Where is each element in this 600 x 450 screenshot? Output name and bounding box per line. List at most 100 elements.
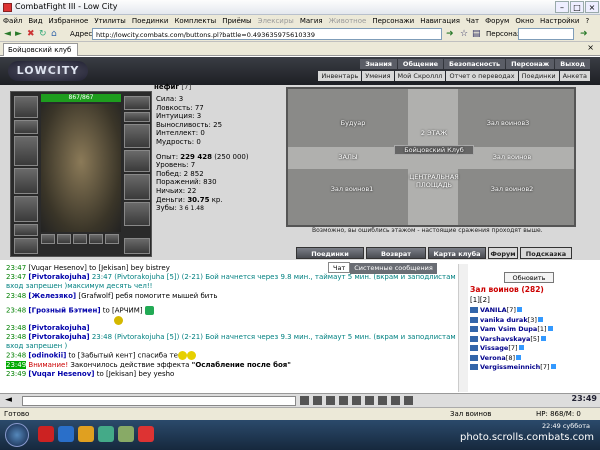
menu-favorites[interactable]: Избранное xyxy=(46,15,92,27)
smiles-icon[interactable] xyxy=(313,396,322,405)
menu-help[interactable]: ? xyxy=(582,15,592,27)
location-fight-club[interactable]: Бойцовский Клуб xyxy=(394,145,474,155)
help-icon[interactable] xyxy=(404,396,413,405)
return-button[interactable]: Возврат xyxy=(366,247,426,259)
player-item[interactable]: Vissage[7] xyxy=(470,344,600,354)
menu-file[interactable]: Файл xyxy=(0,15,25,27)
location-boudoir[interactable]: Будуар xyxy=(328,119,378,127)
chat-scrollbar[interactable] xyxy=(458,264,468,392)
menu-animal[interactable]: Животное xyxy=(326,15,370,27)
menu-techniques[interactable]: Приёмы xyxy=(219,15,254,27)
translit-icon[interactable] xyxy=(352,396,361,405)
character-go-icon[interactable]: ➜ xyxy=(580,29,588,39)
menu-magic[interactable]: Магия xyxy=(297,15,326,27)
chat-arrow-icon[interactable]: ◄ xyxy=(5,395,12,405)
equipment-slot[interactable] xyxy=(14,224,38,236)
ie-icon[interactable] xyxy=(58,426,74,442)
chat-nick[interactable]: [Грозный Бэтмен] xyxy=(28,306,100,314)
player-item[interactable]: Verona[8] xyxy=(470,354,600,364)
info-icon[interactable] xyxy=(518,345,524,350)
info-icon[interactable] xyxy=(550,364,556,369)
equipment-slot[interactable] xyxy=(124,150,150,172)
close-button[interactable]: × xyxy=(585,1,599,13)
player-name[interactable]: Verona xyxy=(480,354,506,362)
nav-knowledge[interactable]: Знания xyxy=(360,59,397,69)
player-name[interactable]: Vergissmeinnich xyxy=(480,363,540,371)
equipment-slot[interactable] xyxy=(124,96,150,110)
equipment-slot[interactable] xyxy=(124,124,150,148)
bookmark-icon[interactable]: ☆ xyxy=(460,29,468,39)
scroll-icon[interactable] xyxy=(365,396,374,405)
chat-nick[interactable]: [Pivtorakojuha] xyxy=(28,333,89,341)
send-icon[interactable] xyxy=(300,396,309,405)
chat-nick[interactable]: [Pivtorakojuha] xyxy=(28,324,89,332)
equipment-slot[interactable] xyxy=(124,112,150,122)
print-icon[interactable]: ▤ xyxy=(472,29,481,39)
nav-skills[interactable]: Умения xyxy=(362,71,394,81)
equipment-slot[interactable] xyxy=(105,234,119,244)
go-icon[interactable]: ➜ xyxy=(446,29,454,39)
character-name[interactable]: нефиг xyxy=(154,83,179,91)
menu-navigation[interactable]: Навигация xyxy=(417,15,463,27)
nav-communication[interactable]: Общение xyxy=(397,59,444,69)
player-item[interactable]: VANILA[7] xyxy=(470,306,600,316)
player-item[interactable]: Varshavskaya[5] xyxy=(470,335,600,345)
menu-elixirs[interactable]: Элексиры xyxy=(255,15,297,27)
menu-forum[interactable]: Форум xyxy=(482,15,512,27)
minimize-button[interactable]: – xyxy=(555,1,569,13)
location-warriors-hall-3[interactable]: Зал воинов3 xyxy=(478,119,538,127)
equipment-slot[interactable] xyxy=(14,136,38,166)
tab-fight-club[interactable]: Бойцовский клуб xyxy=(3,43,79,56)
equipment-slot[interactable] xyxy=(14,238,38,254)
address-input[interactable]: http://lowcity.combats.com/buttons.pl?ba… xyxy=(92,28,442,40)
nav-exit[interactable]: Выход xyxy=(555,59,590,69)
game-icon[interactable] xyxy=(138,426,154,442)
back-icon[interactable]: ◄ xyxy=(4,29,11,39)
chat-nick[interactable]: [Vuqar Hesenov] xyxy=(28,264,86,272)
info-icon[interactable] xyxy=(547,326,553,331)
nav-my-scroll[interactable]: Мой Скроллл xyxy=(394,71,446,81)
equipment-slot[interactable] xyxy=(89,234,103,244)
player-name[interactable]: Vam Vsim Dupa xyxy=(480,325,537,333)
club-map-button[interactable]: Карта клуба xyxy=(428,247,486,259)
menu-chat[interactable]: Чат xyxy=(463,15,482,27)
media-icon[interactable] xyxy=(98,426,114,442)
forum-button[interactable]: Форум xyxy=(488,247,518,259)
info-icon[interactable] xyxy=(516,354,521,360)
player-item[interactable]: Vergissmeinnich[7] xyxy=(470,363,600,373)
refresh-button[interactable]: Обновить xyxy=(504,272,554,283)
sound-icon[interactable] xyxy=(378,396,387,405)
equipment-slot[interactable] xyxy=(41,234,55,244)
equipment-slot[interactable] xyxy=(57,234,71,244)
nav-profile[interactable]: Анкета xyxy=(559,71,590,81)
menu-settings[interactable]: Настройки xyxy=(537,15,583,27)
maximize-button[interactable]: □ xyxy=(570,1,584,13)
stop-icon[interactable]: ✖ xyxy=(27,29,35,39)
player-name[interactable]: VANILA xyxy=(480,306,507,314)
equipment-slot[interactable] xyxy=(73,234,87,244)
nav-security[interactable]: Безопасность xyxy=(444,59,506,69)
menu-sets[interactable]: Комплекты xyxy=(171,15,219,27)
equipment-slot[interactable] xyxy=(14,96,38,118)
equipment-slot[interactable] xyxy=(14,196,38,222)
player-name[interactable]: vanika durak xyxy=(480,316,528,324)
home-icon[interactable]: ⌂ xyxy=(51,29,57,39)
nav-inventory[interactable]: Инвентарь xyxy=(318,71,362,81)
chat-input[interactable] xyxy=(22,396,296,406)
clear-icon[interactable] xyxy=(326,396,335,405)
character-input[interactable] xyxy=(518,28,574,40)
start-button[interactable] xyxy=(5,423,29,447)
info-icon[interactable] xyxy=(540,335,546,341)
nav-character[interactable]: Персонаж xyxy=(506,59,555,69)
nav-transfers-report[interactable]: Отчет о переводах xyxy=(446,71,518,81)
character-portrait[interactable] xyxy=(41,104,121,232)
info-icon[interactable] xyxy=(537,316,543,322)
chat-nick[interactable]: [Железяко] xyxy=(28,292,76,300)
hint-button[interactable]: Подсказка xyxy=(520,247,572,259)
equipment-slot[interactable] xyxy=(124,174,150,200)
close-tab-icon[interactable]: × xyxy=(587,43,594,52)
equipment-slot[interactable] xyxy=(124,202,150,226)
player-name[interactable]: Vissage xyxy=(480,344,508,352)
equipment-slot[interactable] xyxy=(14,120,38,134)
menu-characters[interactable]: Персонажи xyxy=(369,15,417,27)
